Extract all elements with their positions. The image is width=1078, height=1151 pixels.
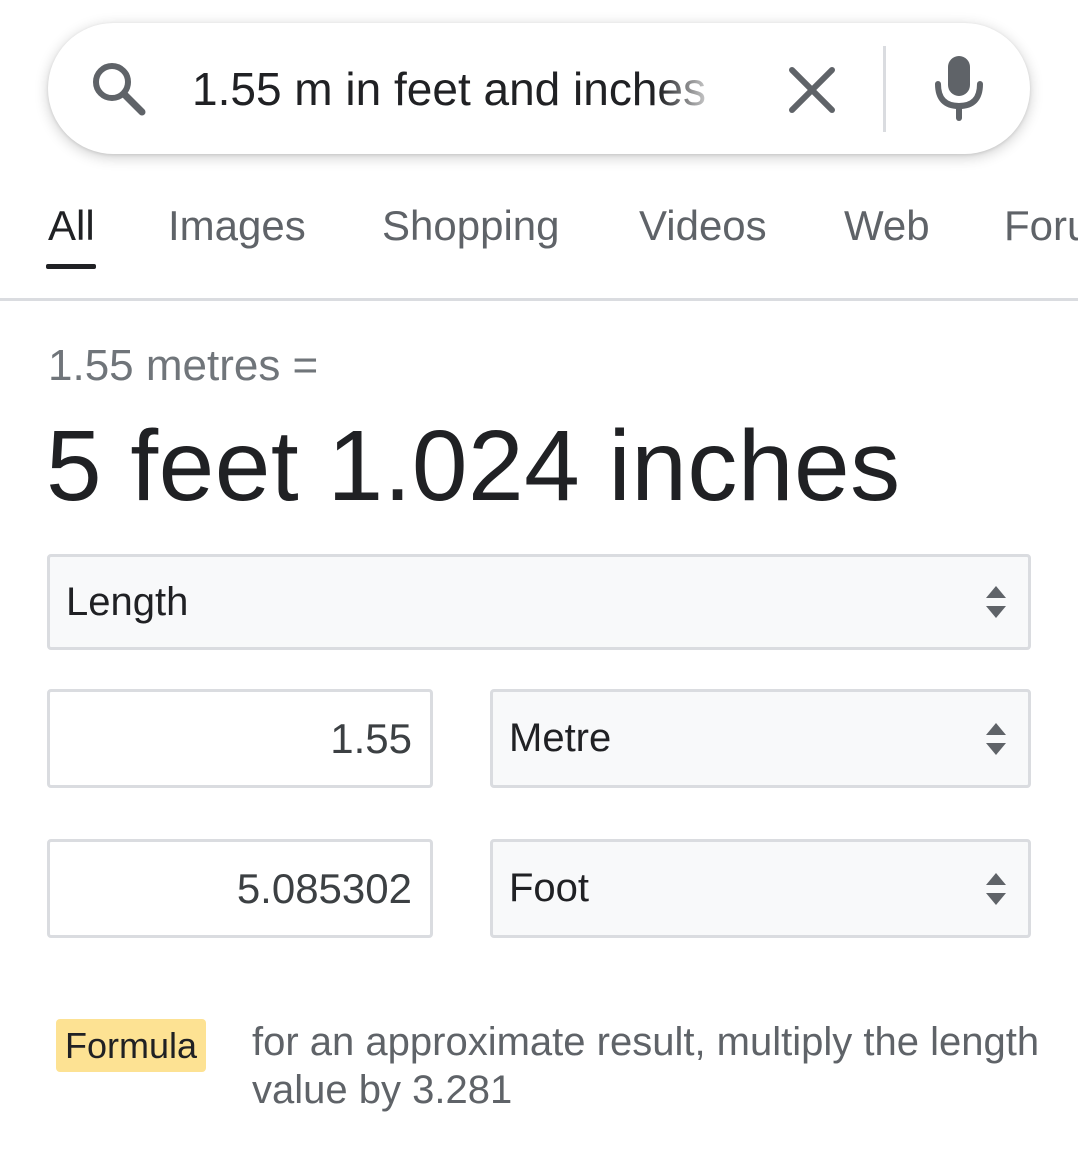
to-value-input[interactable]: 5.085302 (47, 839, 433, 938)
unit-category-select[interactable]: Length (47, 554, 1031, 650)
select-arrows-icon (986, 586, 1006, 618)
search-input[interactable]: 1.55 m in feet and inches (192, 56, 722, 126)
tab-forums[interactable]: Foru (1004, 200, 1078, 252)
to-value: 5.085302 (236, 864, 412, 912)
formula-description: for an approximate result, multiply the … (252, 1020, 1040, 1112)
tabs-divider (0, 298, 1078, 301)
from-unit-select[interactable]: Metre (490, 689, 1031, 788)
select-arrows-icon (986, 722, 1006, 755)
tab-web[interactable]: Web (844, 200, 930, 252)
from-unit-label: Metre (509, 716, 612, 760)
to-unit-select[interactable]: Foot (490, 839, 1031, 938)
search-icon[interactable] (88, 58, 148, 118)
tab-videos[interactable]: Videos (639, 200, 767, 252)
from-value: 1.55 (330, 714, 412, 762)
search-divider (883, 46, 886, 132)
tab-all[interactable]: All (48, 200, 95, 252)
select-arrows-icon (986, 872, 1006, 905)
search-results-page: 1.55 m in feet and inches All Images Sho… (0, 0, 1078, 1151)
conversion-input-summary: 1.55 metres = (48, 341, 319, 390)
close-icon[interactable] (786, 64, 838, 116)
unit-category-label: Length (66, 579, 189, 624)
tab-shopping[interactable]: Shopping (382, 200, 560, 252)
from-value-input[interactable]: 1.55 (47, 689, 433, 788)
active-tab-indicator (46, 264, 96, 269)
formula-badge: Formula (56, 1019, 206, 1072)
microphone-icon[interactable] (930, 54, 988, 122)
tab-images[interactable]: Images (168, 200, 306, 252)
to-unit-label: Foot (509, 866, 590, 910)
search-tabs: All Images Shopping Videos Web Foru (0, 190, 1078, 300)
conversion-result: 5 feet 1.024 inches (46, 410, 901, 522)
